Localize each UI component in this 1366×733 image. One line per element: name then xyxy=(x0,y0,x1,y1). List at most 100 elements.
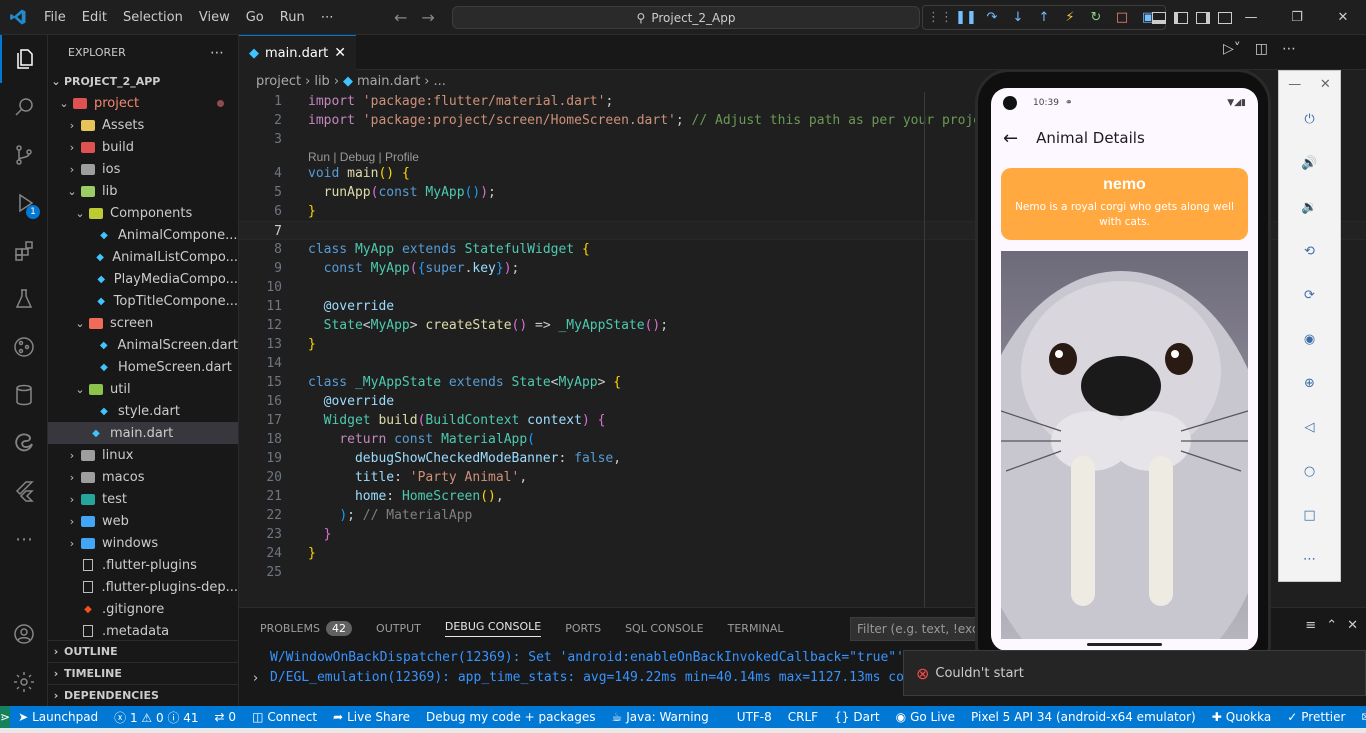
editor-more-icon[interactable]: ⋯ xyxy=(1282,41,1296,57)
rotate-right-icon[interactable]: ⟳ xyxy=(1279,273,1340,317)
source-control-icon[interactable] xyxy=(0,131,48,179)
connect-item[interactable]: ◫ Connect xyxy=(244,706,325,728)
tab-debug-console[interactable]: DEBUG CONSOLE xyxy=(444,620,542,637)
tree-file[interactable]: ◆ HomeScreen.dart xyxy=(48,356,238,378)
extensions-icon[interactable] xyxy=(0,227,48,275)
toggle-panel-icon[interactable] xyxy=(1152,11,1166,24)
notification-toast[interactable]: ⊗ Couldn't start xyxy=(903,650,1366,696)
tree-folder[interactable]: › macos xyxy=(48,466,238,488)
quokka-item[interactable]: ✚ Quokka xyxy=(1204,706,1280,728)
tab-output[interactable]: OUTPUT xyxy=(376,622,421,635)
zoom-icon[interactable]: ⊕ xyxy=(1279,361,1340,405)
outline-section[interactable]: › OUTLINE xyxy=(48,640,238,662)
volume-up-icon[interactable]: 🔊 xyxy=(1279,141,1340,185)
phone-screen[interactable]: 10:39 ⚭ ▼◢▮ ← Animal Details nemo Nemo i… xyxy=(991,88,1258,651)
more-options-icon[interactable]: ⋯ xyxy=(1279,537,1340,581)
tree-file[interactable]: ◆ main.dart xyxy=(48,422,238,444)
menu-item-0[interactable]: File xyxy=(36,0,74,35)
device-item[interactable]: Pixel 5 API 34 (android-x64 emulator) xyxy=(963,706,1204,728)
command-center[interactable]: ⚲ Project_2_App xyxy=(452,6,920,29)
home-indicator[interactable] xyxy=(1087,643,1162,646)
drag-handle-icon[interactable]: ⋮⋮ xyxy=(927,7,953,29)
tab-main-dart[interactable]: ◆ main.dart ✕ xyxy=(239,35,356,70)
minimize-icon[interactable]: — xyxy=(1228,0,1274,35)
close-emulator-icon[interactable]: ✕ xyxy=(1320,77,1331,92)
tree-folder[interactable]: › build xyxy=(48,136,238,158)
overview-square-icon[interactable]: □ xyxy=(1279,493,1340,537)
tree-folder[interactable]: › Assets xyxy=(48,114,238,136)
tree-file[interactable]: ◆ AnimalScreen.dart xyxy=(48,334,238,356)
screenshot-camera-icon[interactable]: ◉ xyxy=(1279,317,1340,361)
dependencies-section[interactable]: › DEPENDENCIES xyxy=(48,684,238,706)
accounts-icon[interactable] xyxy=(0,610,48,658)
tree-folder[interactable]: ⌄ util xyxy=(48,378,238,400)
close-panel-icon[interactable]: ✕ xyxy=(1347,618,1358,633)
step-into-icon[interactable]: ↓ xyxy=(1007,7,1029,29)
git-graph-icon[interactable] xyxy=(0,323,48,371)
tree-file[interactable]: .metadata xyxy=(48,620,238,642)
flutter-icon[interactable] xyxy=(0,467,48,515)
menu-item-5[interactable]: Run xyxy=(272,0,313,35)
timeline-section[interactable]: › TIMELINE xyxy=(48,662,238,684)
forward-arrow-icon[interactable]: → xyxy=(421,8,434,27)
java-status-item[interactable]: ☕ Java: Warning xyxy=(603,706,716,728)
live-share-item[interactable]: ➦ Live Share xyxy=(325,706,418,728)
rotate-left-icon[interactable]: ⟲ xyxy=(1279,229,1340,273)
close-window-icon[interactable]: ✕ xyxy=(1320,0,1366,35)
breadcrumb-lib[interactable]: lib xyxy=(314,74,329,89)
restore-icon[interactable]: ❐ xyxy=(1274,0,1320,35)
tree-folder[interactable]: ⌄ project xyxy=(48,92,238,114)
stop-icon[interactable]: □ xyxy=(1111,7,1133,29)
settings-gear-icon[interactable] xyxy=(0,658,48,706)
eol-item[interactable]: CRLF xyxy=(780,706,826,728)
step-out-icon[interactable]: ↑ xyxy=(1033,7,1055,29)
breadcrumb-project[interactable]: project xyxy=(256,74,301,89)
edge-icon[interactable] xyxy=(0,419,48,467)
project-root[interactable]: ⌄ PROJECT_2_APP xyxy=(48,70,238,92)
tree-file[interactable]: .flutter-plugins xyxy=(48,554,238,576)
home-circle-icon[interactable]: ○ xyxy=(1279,449,1340,493)
database-icon[interactable] xyxy=(0,371,48,419)
menu-item-2[interactable]: Selection xyxy=(115,0,191,35)
debug-mode-item[interactable]: Debug my code + packages xyxy=(418,706,603,728)
back-triangle-icon[interactable]: ◁ xyxy=(1279,405,1340,449)
language-item[interactable]: {} Dart xyxy=(826,706,888,728)
toggle-sidebar-icon[interactable] xyxy=(1174,11,1188,24)
tree-folder[interactable]: ⌄ Components xyxy=(48,202,238,224)
minimize-icon[interactable]: — xyxy=(1288,77,1301,92)
tree-folder[interactable]: › linux xyxy=(48,444,238,466)
tab-problems[interactable]: PROBLEMS 42 xyxy=(260,620,353,636)
toggle-secondary-sidebar-icon[interactable] xyxy=(1196,11,1210,24)
ports-item[interactable]: ⇄ 0 xyxy=(207,706,245,728)
split-editor-icon[interactable]: ◫ xyxy=(1255,41,1268,57)
breadcrumb-symbol[interactable]: ... xyxy=(434,74,446,89)
back-arrow-icon[interactable]: ← xyxy=(394,8,407,27)
run-with-options-icon[interactable]: ▷˅ xyxy=(1223,41,1241,57)
tree-file[interactable]: ◆ style.dart xyxy=(48,400,238,422)
tree-folder[interactable]: ⌄ lib xyxy=(48,180,238,202)
close-tab-icon[interactable]: ✕ xyxy=(334,45,346,61)
tree-folder[interactable]: › ios xyxy=(48,158,238,180)
maximize-panel-icon[interactable]: ⌃ xyxy=(1326,618,1337,633)
notifications-bell-icon[interactable]: ✉ xyxy=(1353,706,1366,728)
explorer-icon[interactable] xyxy=(0,35,48,83)
pause-icon[interactable]: ❚❚ xyxy=(955,7,977,29)
step-over-icon[interactable]: ↷ xyxy=(981,7,1003,29)
remote-icon[interactable]: ⋗ xyxy=(0,706,11,728)
go-live-item[interactable]: ◉ Go Live xyxy=(888,706,963,728)
more-actions-icon[interactable]: ⋯ xyxy=(210,45,224,61)
tree-file[interactable]: ◆ AnimalListCompo... xyxy=(48,246,238,268)
tree-file[interactable]: .flutter-plugins-dep... xyxy=(48,576,238,598)
tree-file[interactable]: ◆ PlayMediaCompo... xyxy=(48,268,238,290)
launchpad-item[interactable]: ➤ Launchpad xyxy=(10,706,106,728)
back-arrow-icon[interactable]: ← xyxy=(1003,128,1018,149)
tab-ports[interactable]: PORTS xyxy=(565,622,601,635)
breadcrumb-file[interactable]: main.dart xyxy=(357,74,420,89)
problems-item[interactable]: ⓧ 1 ⚠ 0 ⓘ 41 xyxy=(106,706,206,728)
tree-folder[interactable]: › web xyxy=(48,510,238,532)
menu-item-3[interactable]: View xyxy=(191,0,238,35)
search-icon[interactable] xyxy=(0,83,48,131)
console-filter-input[interactable]: Filter (e.g. text, !exclude) xyxy=(850,617,976,641)
run-debug-icon[interactable]: 1 xyxy=(0,179,48,227)
menu-item-6[interactable]: ⋯ xyxy=(313,0,342,35)
